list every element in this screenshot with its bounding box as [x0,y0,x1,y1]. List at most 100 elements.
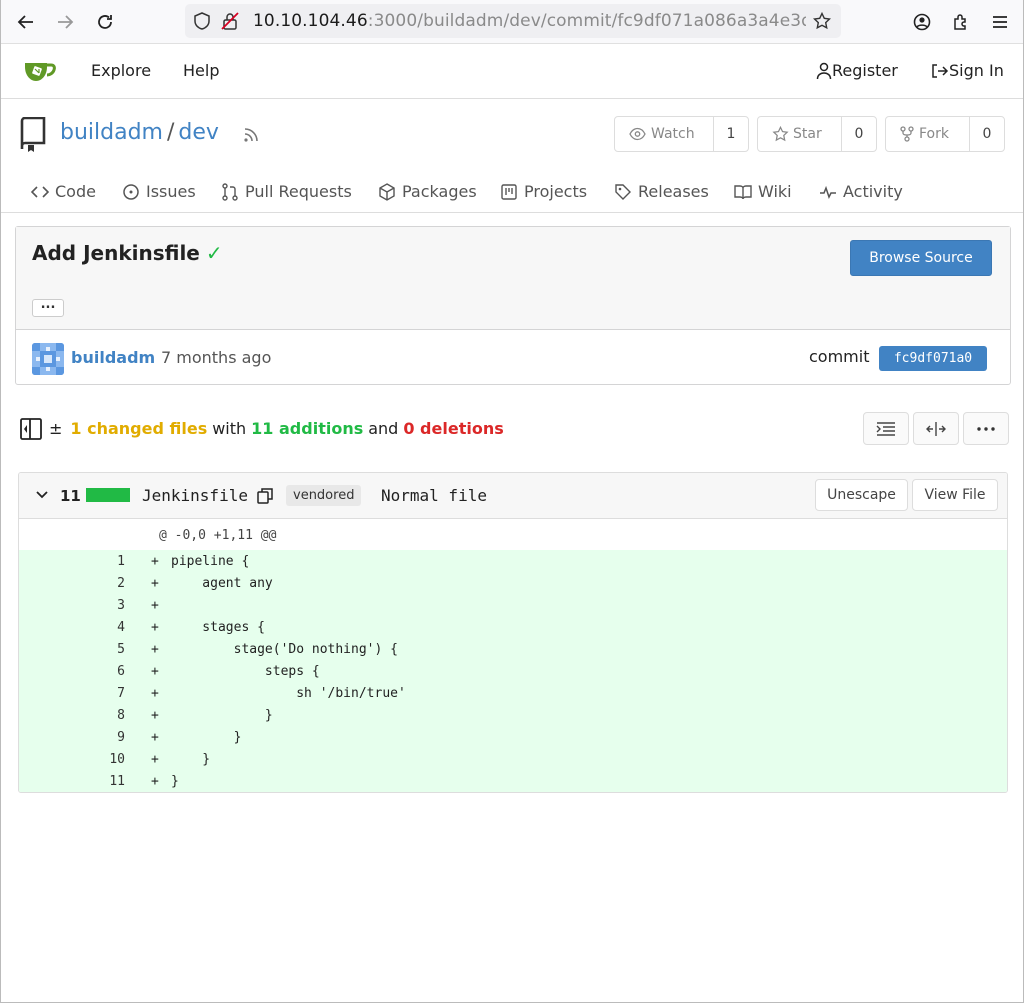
sign-in-label: Sign In [949,61,1004,80]
copy-icon[interactable] [257,487,273,504]
repo-name-link[interactable]: dev [178,120,219,145]
tag-icon [615,183,631,200]
line-number[interactable]: 7 [79,686,125,701]
tab-projects-label: Projects [524,182,588,201]
line-number[interactable]: 4 [79,620,125,635]
star-icon [772,126,789,142]
unescape-button[interactable]: Unescape [815,479,908,511]
whitespace-button[interactable] [863,412,909,445]
fork-count[interactable]: 0 [970,117,1004,151]
issue-icon [123,183,139,200]
check-icon: ✓ [205,241,223,265]
tab-code[interactable]: Code [31,182,96,201]
back-icon[interactable] [14,10,38,34]
project-icon [501,183,517,200]
register-link[interactable]: Register [816,61,898,80]
gitea-logo-icon[interactable] [23,57,57,85]
watch-button[interactable]: Watch [615,117,714,151]
fork-button[interactable]: Fork [886,117,970,151]
tab-issues[interactable]: Issues [122,182,196,201]
file-type: Normal file [381,486,487,505]
url-text: 10.10.104.46:3000/buildadm/dev/commit/fc… [253,11,806,31]
tab-releases-label: Releases [638,182,709,201]
tab-releases[interactable]: Releases [614,182,709,201]
addition-marker: + [151,664,159,679]
extensions-icon[interactable] [949,10,973,34]
file-diff: 11 Jenkinsfile vendored Normal file Unes… [18,472,1008,793]
shield-icon[interactable] [193,12,211,30]
forward-icon[interactable] [53,10,77,34]
chevron-down-icon[interactable] [35,488,49,502]
commit-title-text: Add Jenkinsfile [32,241,200,265]
nav-explore[interactable]: Explore [91,61,151,80]
changed-files-link[interactable]: 1 changed files [70,419,207,438]
package-icon [379,182,395,201]
commit-header: Add Jenkinsfile ✓ Browse Source ... [16,227,1010,330]
avatar[interactable] [32,343,64,375]
deletions-count: 0 deletions [403,418,504,438]
tab-wiki[interactable]: Wiki [734,182,792,201]
star-count[interactable]: 0 [842,117,876,151]
repo-separator: / [166,120,175,145]
tab-activity[interactable]: Activity [819,182,903,201]
line-number[interactable]: 11 [79,774,125,789]
view-file-button[interactable]: View File [912,479,998,511]
tab-wiki-label: Wiki [758,182,792,201]
line-number[interactable]: 8 [79,708,125,723]
tab-code-label: Code [55,182,96,201]
code-text: } [171,774,179,789]
diff-line: 2 + agent any [19,572,1007,594]
line-number[interactable]: 5 [79,642,125,657]
watch-label: Watch [651,126,695,142]
line-number[interactable]: 3 [79,598,125,613]
reload-icon[interactable] [93,10,117,34]
addition-marker: + [151,708,159,723]
line-number[interactable]: 6 [79,664,125,679]
rss-icon[interactable] [242,126,260,144]
repo-owner-link[interactable]: buildadm [60,120,163,145]
star-button[interactable]: Star [758,117,842,151]
diff-line: 9 + } [19,726,1007,748]
menu-icon[interactable] [988,10,1012,34]
code-text: pipeline { [171,554,250,569]
browser-toolbar: 10.10.104.46:3000/buildadm/dev/commit/fc… [1,0,1023,44]
author-link[interactable]: buildadm [71,348,155,367]
watch-count[interactable]: 1 [714,117,748,151]
insecure-lock-icon[interactable] [221,12,239,30]
fork-label: Fork [919,126,949,142]
tab-projects[interactable]: Projects [500,182,587,201]
code-text: stages { [171,620,265,635]
addition-marker: + [151,686,159,701]
tab-pull-requests[interactable]: Pull Requests [221,182,352,201]
account-icon[interactable] [910,10,934,34]
url-bar[interactable]: 10.10.104.46:3000/buildadm/dev/commit/fc… [185,4,841,38]
watch-button-group: Watch 1 [614,116,749,152]
expand-message-button[interactable]: ... [32,298,64,317]
pulse-icon [820,185,836,199]
star-button-group: Star 0 [757,116,877,152]
line-number[interactable]: 2 [79,576,125,591]
register-label: Register [832,61,898,80]
addition-marker: + [151,554,159,569]
sign-in-link[interactable]: Sign In [931,61,1004,80]
line-number[interactable]: 1 [79,554,125,569]
stats-and: and [368,418,399,438]
browse-source-button[interactable]: Browse Source [850,240,992,276]
more-options-button[interactable] [963,412,1009,445]
kebab-horizontal-icon [977,426,995,431]
split-view-button[interactable] [913,412,959,445]
code-text: steps { [171,664,320,679]
tab-packages[interactable]: Packages [378,182,477,201]
line-number[interactable]: 10 [79,752,125,767]
repo-tabs: Code Issues Pull Requests Packages Proje… [1,172,1023,213]
bookmark-star-icon[interactable] [813,12,831,30]
repo-icon [19,117,47,153]
nav-help[interactable]: Help [183,61,219,80]
line-number[interactable]: 9 [79,730,125,745]
addition-marker: + [151,730,159,745]
toggle-file-tree-icon[interactable] [19,417,43,441]
addition-marker: + [151,620,159,635]
commit-sha-badge[interactable]: fc9df071a0 [879,346,987,371]
url-path: :3000/buildadm/dev/commit/fc9df071a086a3… [367,11,806,31]
additions-bar [86,488,130,502]
